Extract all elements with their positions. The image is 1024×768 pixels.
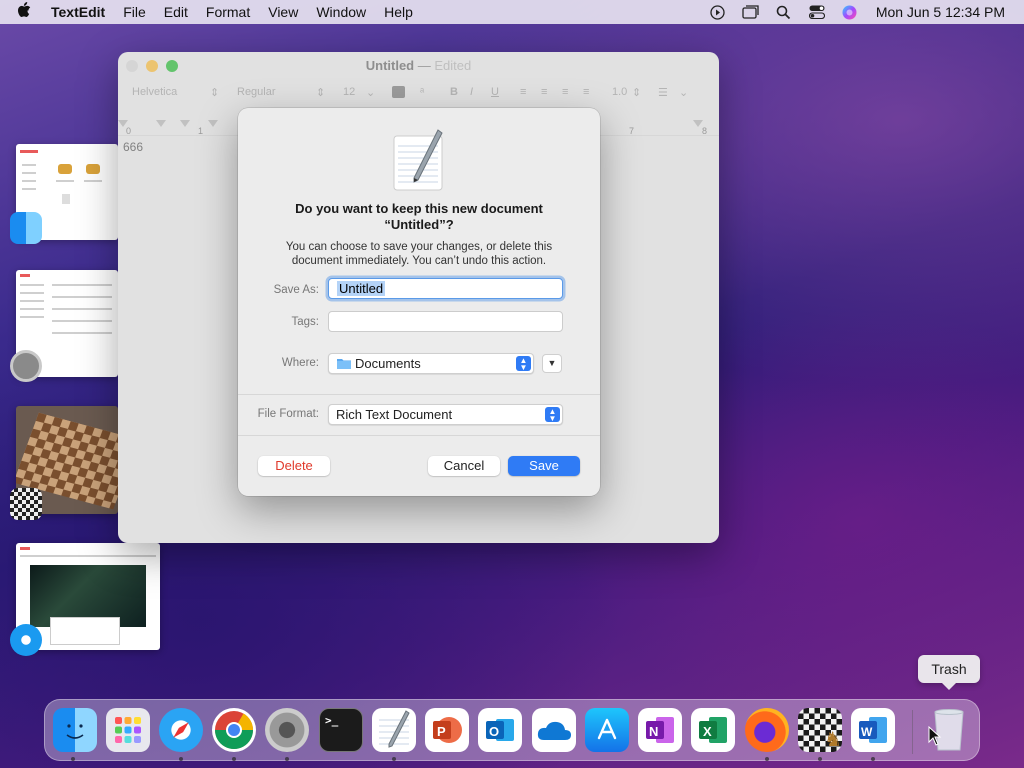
- textedit-app-icon: [393, 129, 443, 191]
- siri-icon[interactable]: [841, 4, 859, 20]
- system-settings-icon[interactable]: [10, 350, 42, 382]
- finder-icon[interactable]: [10, 212, 42, 244]
- dock-finder-icon[interactable]: [53, 708, 97, 752]
- dock-chess-icon[interactable]: ♞: [798, 708, 842, 752]
- menu-file[interactable]: File: [123, 4, 146, 20]
- dock-outlook-icon[interactable]: O: [478, 708, 522, 752]
- dock-separator: [912, 710, 913, 754]
- chevron-updown-icon: ▲ ▼: [516, 356, 531, 372]
- chevron-down-icon: ▼: [547, 358, 557, 368]
- menu-help[interactable]: Help: [384, 4, 413, 20]
- dock-app-store-icon[interactable]: [585, 708, 629, 752]
- tags-label: Tags:: [291, 316, 320, 328]
- running-indicator: [818, 757, 822, 761]
- screen-mirror-icon[interactable]: [742, 4, 760, 20]
- chevron-updown-icon: ▲ ▼: [545, 407, 560, 423]
- menu-edit[interactable]: Edit: [164, 4, 188, 20]
- chess-knight-icon: ♞: [824, 729, 842, 751]
- running-indicator: [392, 757, 396, 761]
- dock-onenote-icon[interactable]: N: [638, 708, 682, 752]
- file-format-value: Rich Text Document: [336, 407, 453, 422]
- folder-icon: [337, 359, 351, 369]
- file-format-select[interactable]: Rich Text Document ▲ ▼: [328, 404, 563, 425]
- dock-onedrive-icon[interactable]: [532, 708, 576, 752]
- expand-dialog-button[interactable]: ▼: [542, 354, 562, 373]
- dialog-divider: [238, 394, 600, 395]
- dock-chrome-icon[interactable]: [212, 708, 256, 752]
- safari-icon[interactable]: [10, 624, 42, 656]
- dialog-question-line2: “Untitled”?: [384, 217, 454, 232]
- svg-text:N: N: [649, 724, 658, 739]
- dock-launchpad-icon[interactable]: [106, 708, 150, 752]
- dialog-question: Do you want to keep this new document “U…: [258, 201, 580, 233]
- dock-powerpoint-icon[interactable]: P: [425, 708, 469, 752]
- menu-format[interactable]: Format: [206, 4, 250, 20]
- svg-text:W: W: [861, 725, 873, 739]
- where-select[interactable]: Documents ▲ ▼: [328, 353, 534, 374]
- menu-view[interactable]: View: [268, 4, 298, 20]
- tags-field[interactable]: [328, 311, 563, 332]
- dock-system-settings-icon[interactable]: [265, 708, 309, 752]
- mouse-cursor-icon: [928, 726, 942, 746]
- dialog-divider: [238, 435, 600, 436]
- svg-text:P: P: [437, 724, 446, 739]
- dock-firefox-icon[interactable]: [745, 708, 789, 752]
- dock-safari-icon[interactable]: [159, 708, 203, 752]
- trash-tooltip: Trash: [918, 655, 980, 690]
- cancel-button[interactable]: Cancel: [428, 456, 500, 476]
- running-indicator: [71, 757, 75, 761]
- dock-terminal-icon[interactable]: >_: [319, 708, 363, 752]
- dock-word-icon[interactable]: W: [851, 708, 895, 752]
- menu-window[interactable]: Window: [316, 4, 366, 20]
- delete-button[interactable]: Delete: [258, 456, 330, 476]
- control-center-icon[interactable]: [808, 4, 826, 20]
- running-indicator: [765, 757, 769, 761]
- save-button[interactable]: Save: [508, 456, 580, 476]
- play-circle-icon[interactable]: [709, 4, 727, 20]
- where-value: Documents: [355, 356, 421, 371]
- save-as-value: Untitled: [337, 281, 386, 296]
- save-dialog: Do you want to keep this new document “U…: [238, 108, 600, 496]
- terminal-prompt-icon: >_: [325, 714, 339, 727]
- menu-clock[interactable]: Mon Jun 5 12:34 PM: [876, 4, 1005, 20]
- dialog-question-line1: Do you want to keep this new document: [295, 201, 543, 216]
- running-indicator: [871, 757, 875, 761]
- file-format-label: File Format:: [257, 408, 319, 420]
- apple-menu-icon[interactable]: [17, 1, 37, 23]
- menu-app-name[interactable]: TextEdit: [51, 4, 105, 20]
- dock-textedit-icon[interactable]: [372, 708, 416, 752]
- save-as-field[interactable]: Untitled: [328, 278, 563, 299]
- dock-excel-icon[interactable]: X: [691, 708, 735, 752]
- menu-bar: TextEdit File Edit Format View Window He…: [0, 0, 1024, 24]
- chess-icon[interactable]: [10, 488, 42, 520]
- svg-text:O: O: [489, 724, 499, 739]
- svg-text:X: X: [703, 724, 712, 739]
- save-as-label: Save As:: [273, 284, 319, 296]
- spotlight-search-icon[interactable]: [775, 4, 793, 20]
- where-label: Where:: [281, 357, 319, 369]
- running-indicator: [285, 757, 289, 761]
- dock: >_ P O N X ♞ W: [44, 699, 980, 761]
- running-indicator: [179, 757, 183, 761]
- dialog-description: You can choose to save your changes, or …: [285, 241, 553, 267]
- running-indicator: [232, 757, 236, 761]
